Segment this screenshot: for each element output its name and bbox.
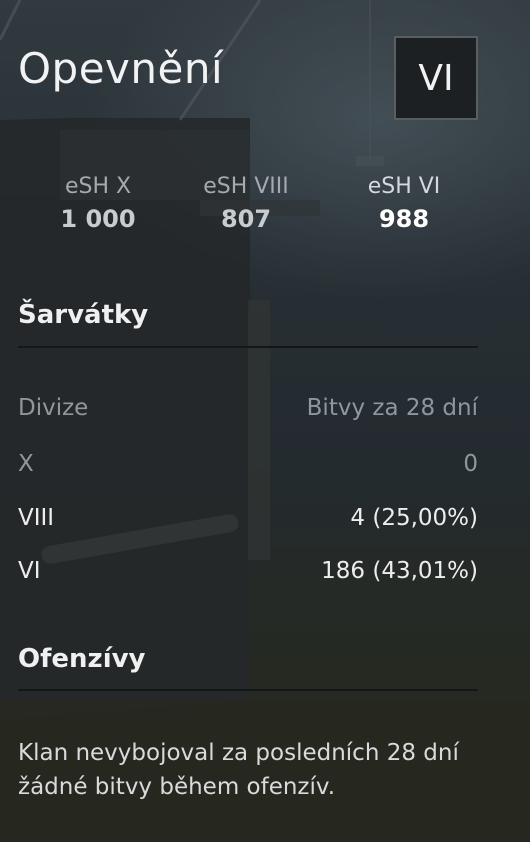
elo-label: eSH VIII (203, 174, 289, 199)
division-cell: VI (18, 558, 41, 584)
section-divider (18, 346, 478, 348)
skirmishes-table-header: Divize Bitvy za 28 dní (18, 395, 478, 425)
elo-rating-x: eSH X 1 000 (28, 174, 168, 233)
tier-badge: VI (394, 36, 478, 120)
battles-cell: 4 (25,00%) (350, 505, 478, 531)
column-header-division: Divize (18, 395, 89, 421)
table-row: VIII 4 (25,00%) (18, 505, 478, 535)
elo-label: eSH VI (367, 174, 441, 199)
elo-rating-viii: eSH VIII 807 (176, 174, 316, 233)
elo-label: eSH X (64, 174, 132, 199)
table-row: X 0 (18, 451, 478, 481)
column-header-battles: Bitvy za 28 dní (306, 395, 478, 421)
elo-value: 1 000 (60, 205, 136, 233)
division-cell: VIII (18, 505, 55, 531)
stronghold-panel: Opevnění VI eSH X 1 000 eSH VIII 807 eSH… (0, 0, 530, 842)
section-divider (18, 689, 478, 691)
offensives-heading: Ofenzívy (18, 644, 146, 674)
page-title: Opevnění (18, 44, 224, 93)
elo-rating-vi: eSH VI 988 (334, 174, 474, 233)
division-cell: X (18, 451, 34, 477)
battles-cell: 186 (43,01%) (321, 558, 478, 584)
table-row: VI 186 (43,01%) (18, 558, 478, 588)
offensives-message: Klan nevybojoval za posledních 28 dní žá… (18, 740, 459, 800)
elo-value: 988 (378, 205, 430, 233)
skirmishes-heading: Šarvátky (18, 300, 149, 330)
battles-cell: 0 (463, 451, 478, 477)
elo-value: 807 (220, 205, 272, 233)
